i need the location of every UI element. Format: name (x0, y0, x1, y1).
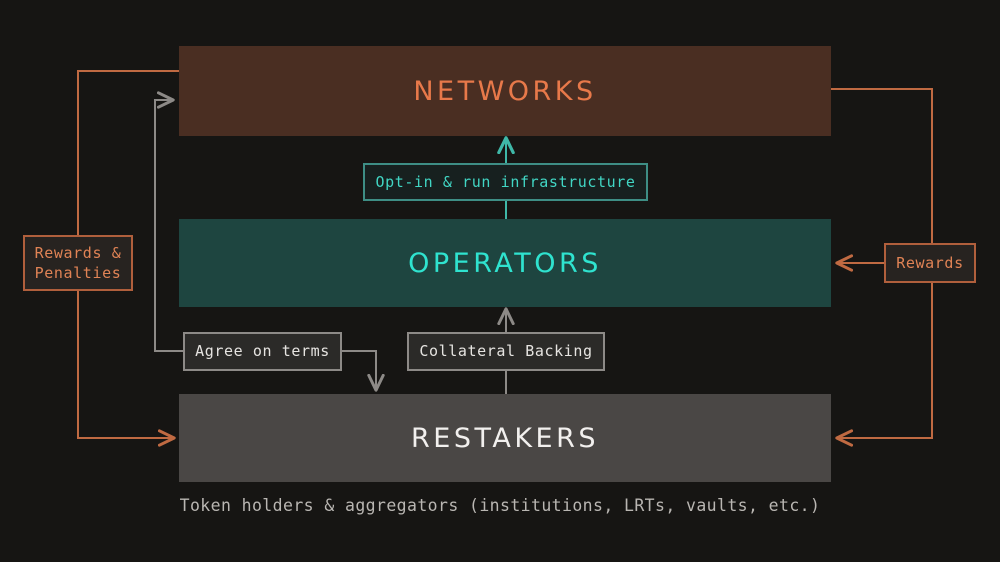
diagram-canvas: NETWORKS OPERATORS RESTAKERS Opt-in & ru… (0, 0, 1000, 562)
edge-label-rewards-and-penalties[interactable]: Rewards & Penalties (23, 235, 133, 291)
edge-label-collateral-backing[interactable]: Collateral Backing (407, 332, 605, 371)
layer-block-operators[interactable]: OPERATORS (179, 219, 831, 307)
edge-label-agree-on-terms[interactable]: Agree on terms (183, 332, 342, 371)
diagram-caption: Token holders & aggregators (institution… (179, 496, 821, 515)
flow-rewards-penalties-to-restakers (77, 291, 173, 438)
flow-rewards-to-restakers (838, 283, 933, 438)
flow-networks-to-rewards-penalties (77, 70, 179, 235)
flow-agree-on-terms-to-restakers (342, 350, 376, 389)
flow-networks-to-rewards (831, 88, 933, 243)
edge-label-opt-in-run-infrastructure[interactable]: Opt-in & run infrastructure (363, 163, 648, 201)
layer-block-restakers[interactable]: RESTAKERS (179, 394, 831, 482)
edge-label-rewards[interactable]: Rewards (884, 243, 976, 283)
layer-block-networks[interactable]: NETWORKS (179, 46, 831, 136)
